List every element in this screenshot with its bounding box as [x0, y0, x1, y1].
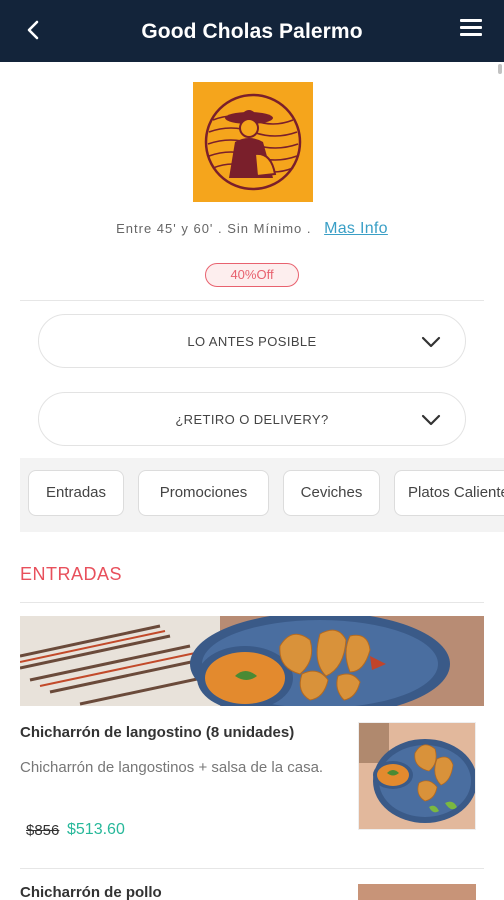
fulfillment-select[interactable]: ¿RETIRO O DELIVERY?: [38, 392, 466, 446]
item-thumbnail[interactable]: [358, 884, 476, 900]
top-app-bar: Good Cholas Palermo: [0, 0, 504, 62]
item-old-price: $856: [26, 822, 60, 839]
divider: [20, 300, 484, 301]
chevron-down-icon: [421, 336, 441, 348]
delivery-time-text: Entre 45' y 60' . Sin Mínimo .: [116, 221, 312, 236]
divider: [20, 602, 484, 603]
category-tab-entradas[interactable]: Entradas: [28, 470, 124, 516]
page-title: Good Cholas Palermo: [141, 20, 363, 43]
item-thumbnail[interactable]: [358, 722, 476, 830]
hamburger-menu-icon[interactable]: [460, 19, 482, 39]
more-info-link[interactable]: Mas Info: [324, 220, 388, 237]
item-name[interactable]: Chicharrón de pollo: [20, 884, 162, 900]
fulfillment-label: ¿RETIRO O DELIVERY?: [175, 412, 329, 427]
section-title: ENTRADAS: [20, 564, 123, 584]
item-price: $513.60: [67, 821, 125, 838]
category-tab-platos-calientes[interactable]: Platos Calientes: [394, 470, 504, 516]
divider: [20, 868, 484, 869]
store-logo: [193, 82, 313, 202]
store-content[interactable]: Entre 45' y 60' . Sin Mínimo . Mas Info …: [0, 62, 504, 900]
chevron-down-icon: [421, 414, 441, 426]
category-tabs[interactable]: Entradas Promociones Ceviches Platos Cal…: [20, 458, 504, 532]
category-tab-promociones[interactable]: Promociones: [138, 470, 269, 516]
category-tab-ceviches[interactable]: Ceviches: [283, 470, 380, 516]
delivery-info: Entre 45' y 60' . Sin Mínimo . Mas Info: [0, 220, 504, 238]
section-banner-image: [20, 616, 484, 706]
item-description: Chicharrón de langostinos + salsa de la …: [20, 759, 324, 776]
item-name[interactable]: Chicharrón de langostino (8 unidades): [20, 724, 294, 741]
discount-badge: 40%Off: [205, 263, 299, 287]
delivery-time-label: LO ANTES POSIBLE: [187, 334, 317, 349]
delivery-time-select[interactable]: LO ANTES POSIBLE: [38, 314, 466, 368]
